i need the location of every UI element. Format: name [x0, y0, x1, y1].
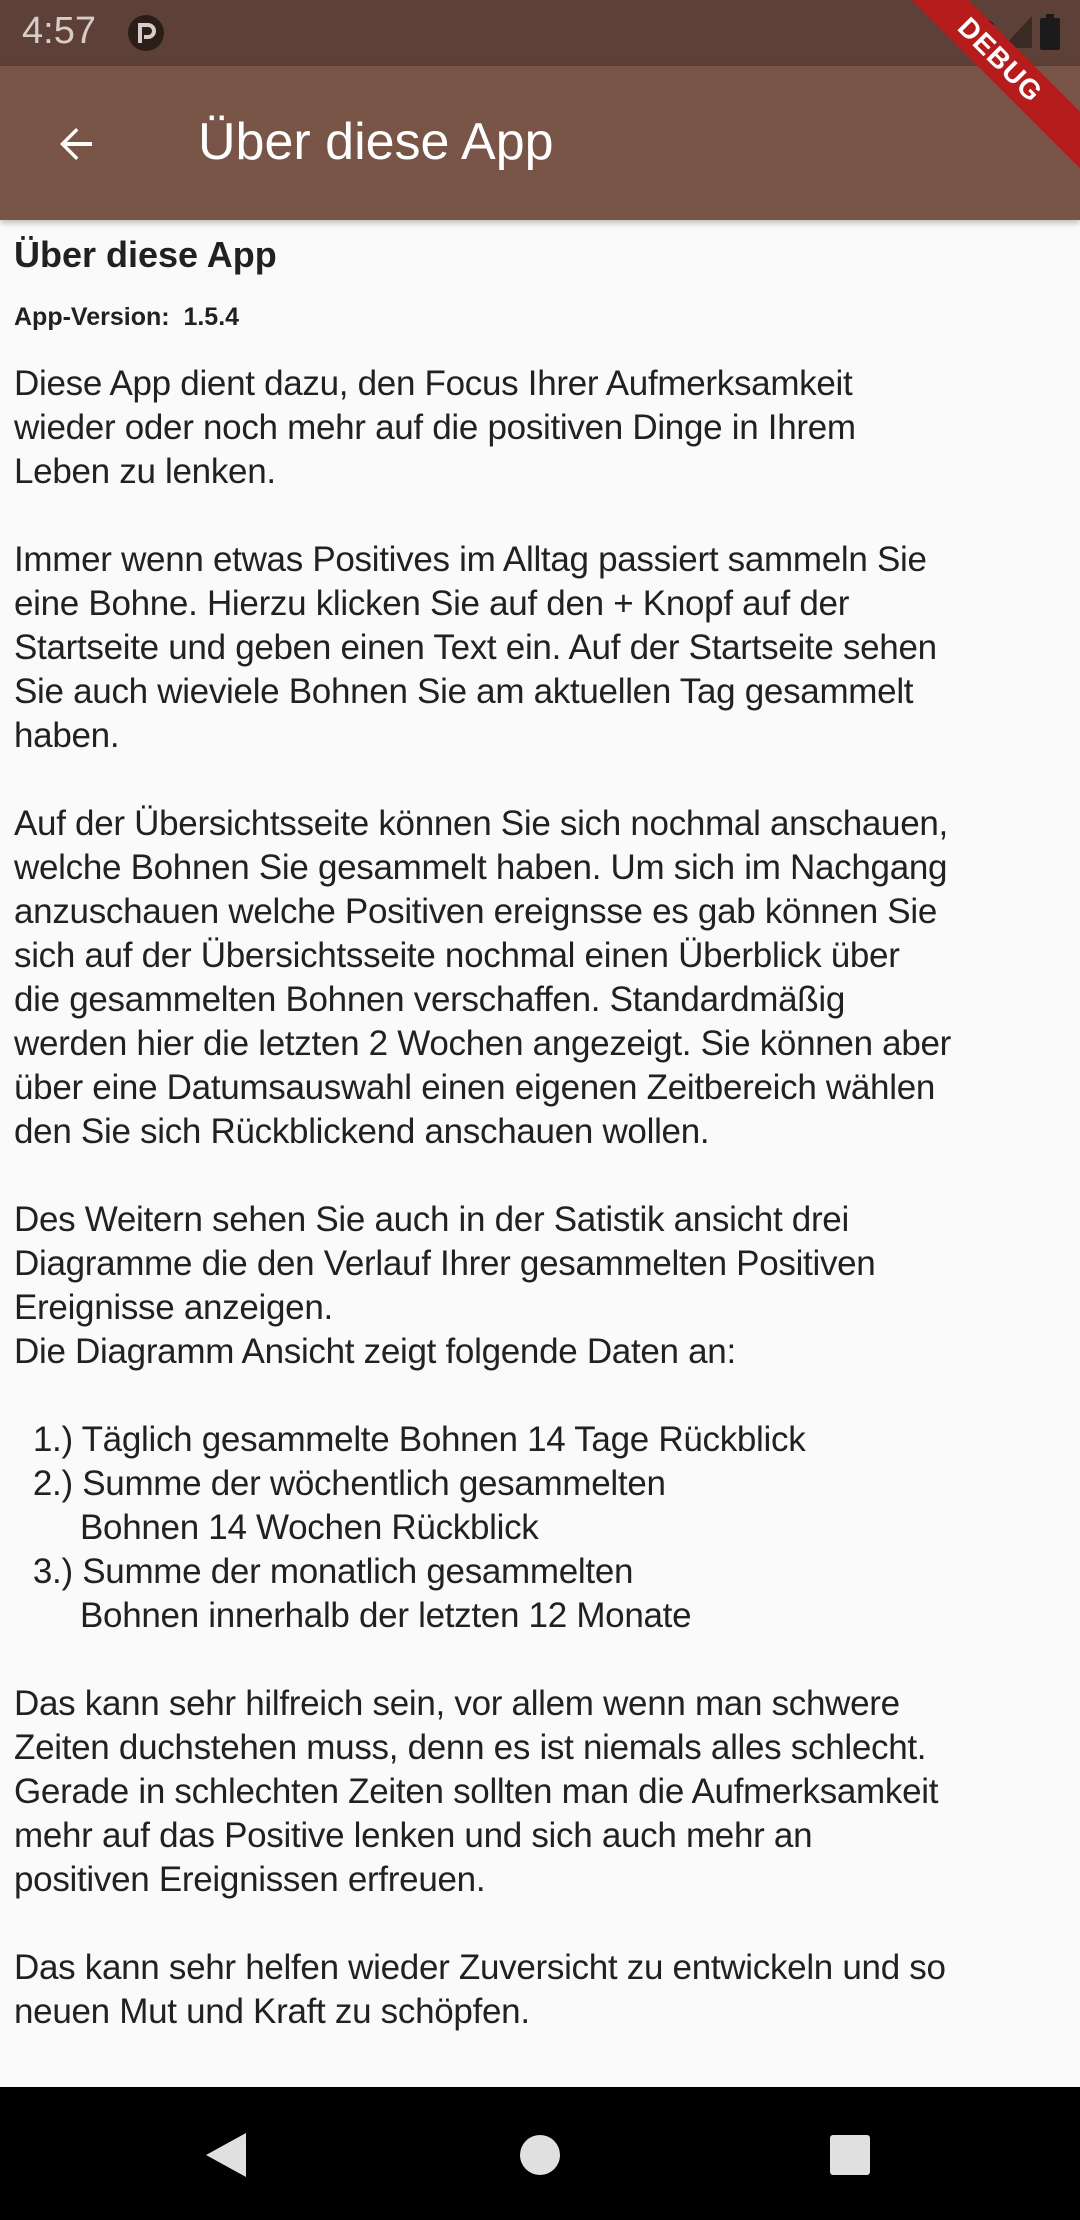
- app-bar: Über diese App: [0, 66, 1080, 220]
- arrow-left-icon: [52, 120, 100, 173]
- app-bar-title: Über diese App: [198, 113, 554, 171]
- circle-home-icon: [518, 2133, 562, 2182]
- square-recents-icon: [828, 2133, 872, 2182]
- app-version: App-Version: 1.5.4: [14, 303, 240, 331]
- about-content: Über diese App App-Version: 1.5.4 Diese …: [14, 232, 1064, 2034]
- nav-back-button[interactable]: [196, 2127, 256, 2187]
- back-button[interactable]: [36, 106, 116, 186]
- triangle-back-icon: [204, 2131, 248, 2184]
- app-notification-icon: [126, 13, 166, 53]
- battery-icon: [1040, 14, 1060, 59]
- status-time: 4:57: [22, 10, 96, 52]
- about-text: Diese App dient dazu, den Focus Ihrer Au…: [14, 364, 952, 2031]
- nav-home-button[interactable]: [510, 2127, 570, 2187]
- status-bar: 4:57: [0, 0, 1080, 66]
- nav-recents-button[interactable]: [820, 2127, 880, 2187]
- page-title: Über diese App: [14, 234, 277, 275]
- system-nav-bar: [0, 2087, 1080, 2220]
